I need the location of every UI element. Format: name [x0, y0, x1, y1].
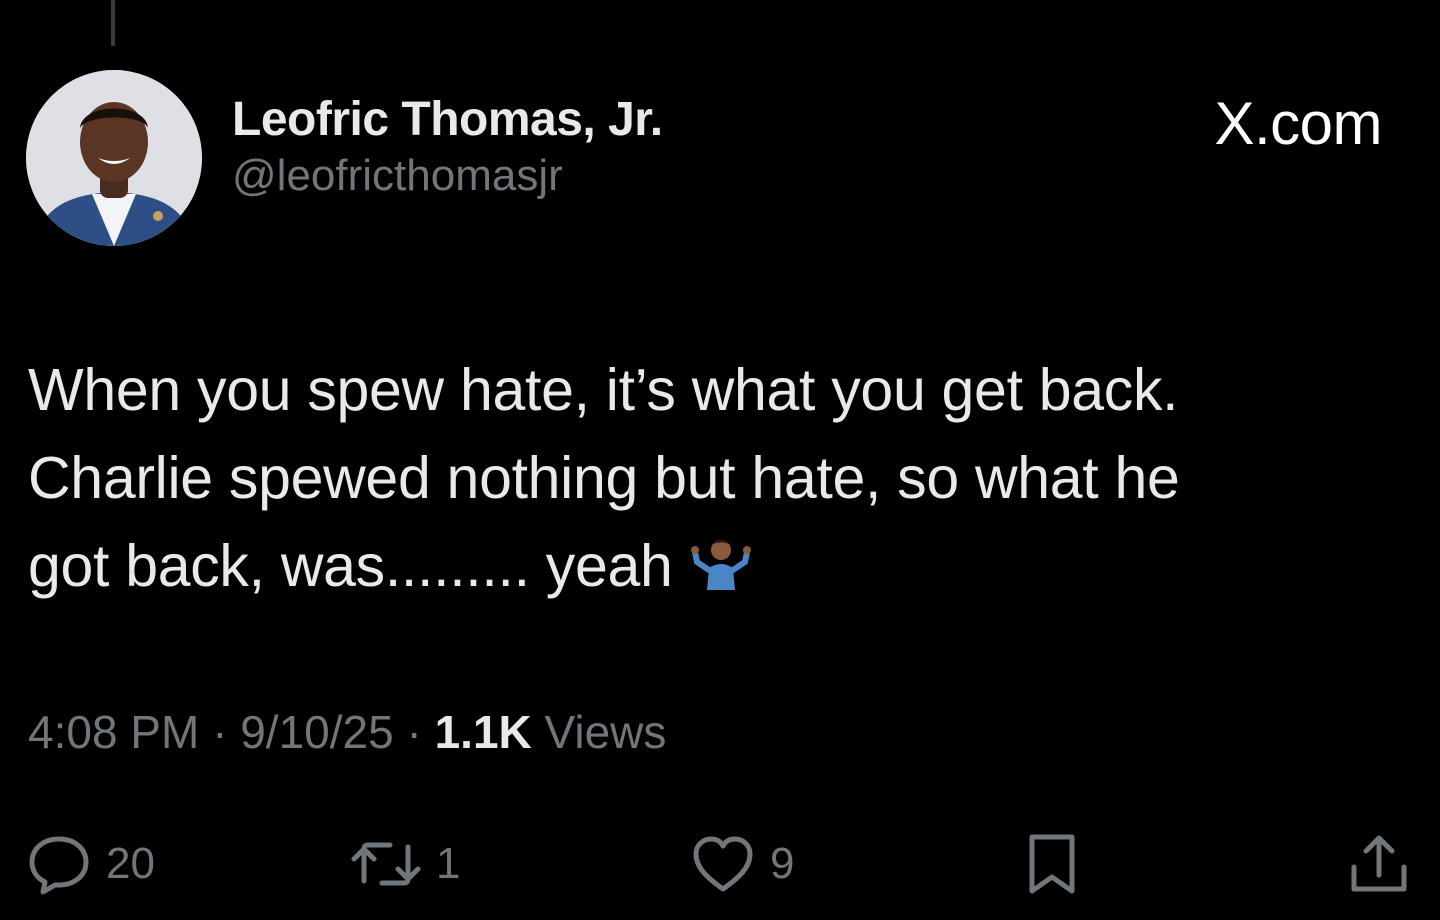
tweet-text-line: got back, was......... yeah	[28, 522, 1418, 616]
tweet-time[interactable]: 4:08 PM	[28, 706, 199, 758]
tweet-date[interactable]: 9/10/25	[240, 706, 393, 758]
like-button[interactable]: 9	[690, 824, 794, 904]
avatar[interactable]	[26, 70, 202, 246]
like-count: 9	[770, 839, 795, 888]
repost-button[interactable]: 1	[350, 824, 460, 904]
person-shrugging-icon	[690, 528, 751, 616]
meta-separator: ·	[406, 706, 422, 758]
author-display-name[interactable]: Leofric Thomas, Jr.	[232, 92, 663, 148]
views-label: Views	[544, 706, 667, 758]
meta-separator: ·	[212, 706, 228, 758]
reply-icon	[26, 831, 92, 897]
thread-connector-line	[111, 0, 115, 46]
share-icon	[1346, 831, 1412, 897]
reply-count: 20	[106, 839, 155, 888]
avatar-photo	[26, 70, 202, 246]
tweet-text: When you spew hate, it’s what you get ba…	[28, 346, 1418, 616]
tweet-meta: 4:08 PM · 9/10/25 · 1.1K Views	[28, 702, 666, 762]
brand-label: X.com	[1214, 90, 1382, 157]
tweet-text-line: When you spew hate, it’s what you get ba…	[28, 357, 1179, 423]
tweet-text-line: Charlie spewed nothing but hate, so what…	[28, 445, 1180, 511]
action-bar: 20 1 9	[0, 824, 1440, 904]
bookmark-icon	[1024, 831, 1080, 897]
author-handle[interactable]: @leofricthomasjr	[232, 150, 663, 202]
share-button[interactable]	[1346, 824, 1412, 904]
author-info: Leofric Thomas, Jr. @leofricthomasjr	[232, 92, 663, 202]
repost-count: 1	[436, 839, 461, 888]
bookmark-button[interactable]	[1024, 824, 1080, 904]
views-count: 1.1K	[434, 706, 532, 758]
heart-icon	[690, 831, 756, 897]
reply-button[interactable]: 20	[26, 824, 155, 904]
repost-icon	[350, 831, 422, 897]
